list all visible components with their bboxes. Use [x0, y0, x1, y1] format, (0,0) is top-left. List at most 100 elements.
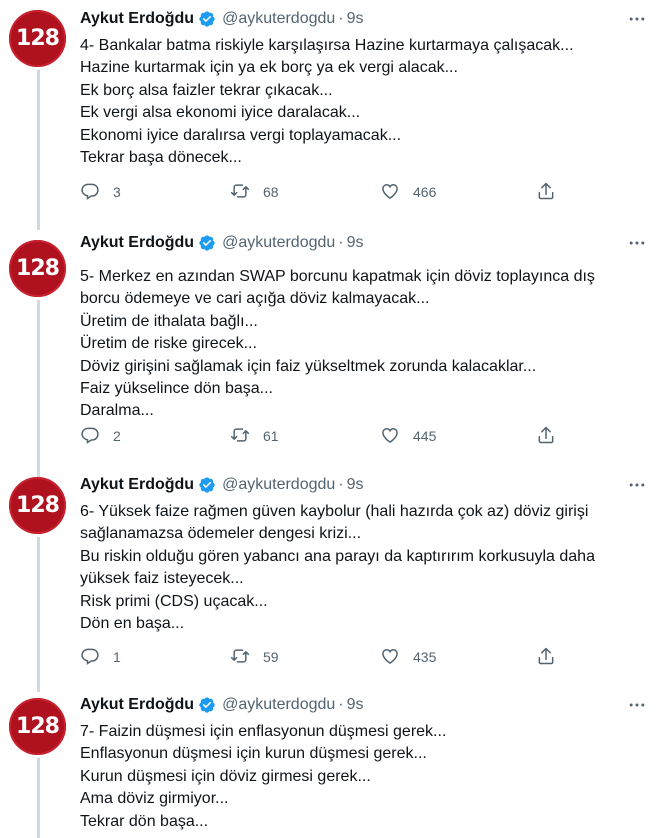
author-handle[interactable]: @aykuterdogdu — [222, 476, 335, 494]
tweet-text-line: Kurun düşmesi için döviz girmesi gerek..… — [80, 767, 371, 785]
tweet[interactable]: 128 Aykut Erdoğdu @aykuterdogdu · 9s 4- … — [0, 0, 668, 240]
tweet-text-line: Ek vergi alsa ekonomi iyice daralacak... — [80, 104, 361, 122]
tweet-text-line: Enflasyonun düşmesi için kurun düşmesi g… — [80, 745, 427, 763]
like-button[interactable]: 445 — [380, 424, 436, 448]
more-icon[interactable] — [626, 8, 648, 30]
tweet[interactable]: 128 Aykut Erdoğdu @aykuterdogdu · 9s 6- … — [0, 465, 668, 705]
tweet-text-line: borcu ödemeye ve cari açığa döviz kalmay… — [80, 290, 430, 308]
verified-badge-icon — [198, 476, 216, 494]
share-icon — [536, 181, 556, 204]
separator-dot: · — [338, 10, 344, 27]
tweet-actions: 2 61 445 — [80, 424, 640, 448]
tweet-text-line: Hazine kurtarmak için ya ek borç ya ek v… — [80, 59, 458, 77]
reply-icon — [80, 181, 100, 204]
author-name[interactable]: Aykut Erdoğdu — [80, 476, 194, 494]
author-name[interactable]: Aykut Erdoğdu — [80, 10, 194, 28]
timestamp[interactable]: 9s — [347, 696, 364, 714]
avatar[interactable]: 128 — [9, 698, 66, 755]
author-handle[interactable]: @aykuterdogdu — [222, 10, 335, 28]
like-button[interactable]: 435 — [380, 645, 436, 669]
retweet-button[interactable]: 61 — [230, 424, 279, 448]
tweet-actions: 1 59 435 — [80, 645, 640, 669]
author-name[interactable]: Aykut Erdoğdu — [80, 696, 194, 714]
tweet-text-line: 6- Yüksek faize rağmen güven kaybolur (h… — [80, 503, 589, 520]
tweet-thread: 128 Aykut Erdoğdu @aykuterdogdu · 9s 4- … — [0, 0, 668, 838]
thread-connector-line — [37, 70, 40, 230]
verified-badge-icon — [198, 234, 216, 252]
reply-count: 3 — [113, 184, 121, 200]
separator-dot: · — [338, 234, 344, 251]
share-button[interactable] — [536, 424, 556, 448]
share-button[interactable] — [536, 645, 556, 669]
tweet-text-line: Döviz girişini sağlamak için faiz yüksel… — [80, 357, 537, 375]
tweet-text-line: Dön en başa... — [80, 615, 185, 633]
more-icon[interactable] — [626, 474, 648, 496]
retweet-button[interactable]: 68 — [230, 180, 279, 204]
tweet-text-line: sağlanamazsa ödemeler dengesi krizi... — [80, 525, 362, 543]
tweet[interactable]: 128 Aykut Erdoğdu @aykuterdogdu · 9s 5- … — [0, 230, 668, 480]
thread-connector-line — [37, 537, 40, 692]
timestamp[interactable]: 9s — [347, 234, 364, 252]
tweet-text-line: Risk primi (CDS) uçacak... — [80, 592, 268, 610]
share-icon — [536, 425, 556, 448]
author-handle[interactable]: @aykuterdogdu — [222, 234, 335, 252]
tweet-text-line: 4- Bankalar batma riskiyle karşılaşırsa … — [80, 37, 574, 54]
thread-connector-line — [37, 300, 40, 480]
tweet-text-line: Tekrar başa dönecek... — [80, 149, 242, 167]
reply-count: 2 — [113, 428, 121, 444]
tweet-text-line: 5- Merkez en azından SWAP borcunu kapatm… — [80, 268, 595, 285]
like-count: 435 — [413, 649, 437, 665]
retweet-count: 68 — [263, 184, 279, 200]
tweet-text-line: Üretim de ithalata bağlı... — [80, 312, 258, 330]
more-icon[interactable] — [626, 694, 648, 716]
timestamp[interactable]: 9s — [347, 10, 364, 28]
reply-icon — [80, 425, 100, 448]
tweet-text-line: yüksek faiz isteyecek... — [80, 570, 244, 588]
tweet-text-line: Ek borç alsa faizler tekrar çıkacak... — [80, 81, 333, 99]
avatar-text: 128 — [16, 26, 60, 51]
avatar-text: 128 — [16, 256, 60, 281]
tweet-actions: 3 68 466 — [80, 180, 640, 204]
reply-count: 1 — [113, 649, 121, 665]
avatar[interactable]: 128 — [9, 477, 66, 534]
timestamp[interactable]: 9s — [347, 476, 364, 494]
avatar-text: 128 — [16, 714, 60, 739]
tweet[interactable]: 128 Aykut Erdoğdu @aykuterdogdu · 9s 7- … — [0, 688, 668, 838]
retweet-button[interactable]: 59 — [230, 645, 279, 669]
retweet-icon — [230, 181, 250, 204]
tweet-text: 4- Bankalar batma riskiyle karşılaşırsa … — [80, 35, 650, 169]
tweet-header: Aykut Erdoğdu @aykuterdogdu · 9s — [80, 231, 364, 255]
reply-button[interactable]: 2 — [80, 424, 121, 448]
tweet-text-line: Daralma... — [80, 402, 154, 420]
thread-connector-line — [37, 758, 40, 838]
heart-icon — [380, 646, 400, 669]
like-count: 445 — [413, 428, 437, 444]
verified-badge-icon — [198, 10, 216, 28]
tweet-text-line: 7- Faizin düşmesi için enflasyonun düşme… — [80, 723, 447, 740]
tweet-header: Aykut Erdoğdu @aykuterdogdu · 9s — [80, 693, 364, 717]
avatar[interactable]: 128 — [9, 10, 66, 67]
reply-button[interactable]: 3 — [80, 180, 121, 204]
retweet-icon — [230, 425, 250, 448]
author-name[interactable]: Aykut Erdoğdu — [80, 234, 194, 252]
tweet-text: 6- Yüksek faize rağmen güven kaybolur (h… — [80, 501, 650, 635]
more-icon[interactable] — [626, 232, 648, 254]
share-icon — [536, 646, 556, 669]
like-button[interactable]: 466 — [380, 180, 436, 204]
avatar[interactable]: 128 — [9, 240, 66, 297]
tweet-text-line: Faiz yükselince dön başa... — [80, 380, 273, 398]
verified-badge-icon — [198, 696, 216, 714]
tweet-header: Aykut Erdoğdu @aykuterdogdu · 9s — [80, 7, 364, 31]
tweet-header: Aykut Erdoğdu @aykuterdogdu · 9s — [80, 473, 364, 497]
tweet-text: 7- Faizin düşmesi için enflasyonun düşme… — [80, 721, 650, 833]
retweet-icon — [230, 646, 250, 669]
heart-icon — [380, 425, 400, 448]
reply-icon — [80, 646, 100, 669]
separator-dot: · — [338, 696, 344, 713]
tweet-text-line: Üretim de riske girecek... — [80, 335, 257, 353]
share-button[interactable] — [536, 180, 556, 204]
reply-button[interactable]: 1 — [80, 645, 121, 669]
author-handle[interactable]: @aykuterdogdu — [222, 696, 335, 714]
avatar-text: 128 — [16, 493, 60, 518]
separator-dot: · — [338, 476, 344, 493]
